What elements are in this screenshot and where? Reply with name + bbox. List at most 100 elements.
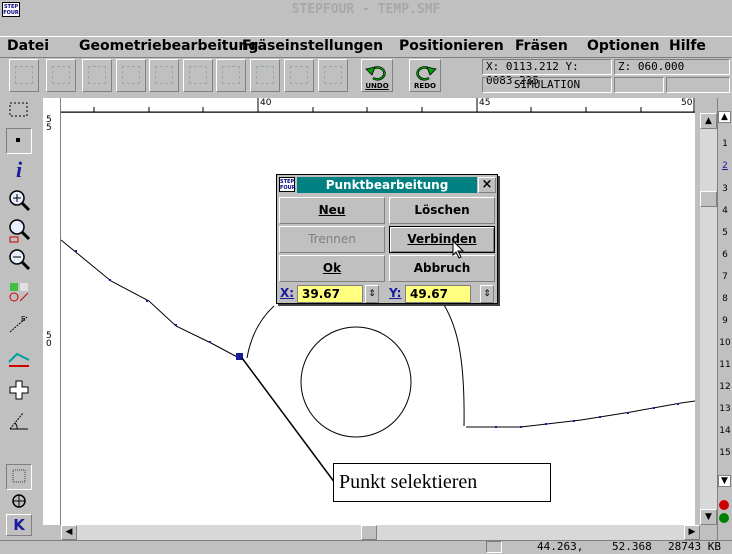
menu-fraeseinstellungen[interactable]: Fräseinstellungen (242, 37, 383, 55)
y-stepper-icon[interactable]: ⇕ (480, 285, 494, 303)
scroll-left-arrow-icon[interactable]: ◀ (61, 525, 77, 540)
y-field-label: Y: (389, 286, 402, 300)
layer-color-icon[interactable] (718, 498, 731, 526)
layer-15[interactable]: 15 (718, 448, 732, 458)
dialog-logo-icon: STEP FOUR (279, 177, 296, 192)
menu-positionieren[interactable]: Positionieren (399, 37, 504, 55)
scroll-down-arrow-icon[interactable]: ▼ (700, 509, 717, 525)
mouse-cursor-icon (452, 240, 465, 259)
tool-array-button[interactable] (318, 59, 348, 92)
new-point-button[interactable]: Neu (279, 197, 385, 224)
point-edit-dialog: STEP FOUR Punktbearbeitung × Neu Löschen … (276, 174, 498, 304)
crosshair-tool[interactable] (6, 378, 32, 404)
annotation-text: Punkt selektieren (339, 471, 478, 493)
cancel-button[interactable]: Abbruch (389, 255, 495, 282)
connect-button[interactable]: Verbinden (389, 226, 495, 253)
vertical-scrollbar[interactable]: ▲ ▼ (700, 113, 717, 525)
horizontal-scroll-thumb[interactable] (361, 525, 377, 540)
annotation-callout: Punkt selektieren (333, 463, 551, 502)
grid-tool[interactable] (6, 464, 32, 490)
mode-text: SIMULATION (513, 78, 581, 91)
layer-5[interactable]: 5 (718, 228, 732, 238)
grid-icon (12, 469, 26, 483)
target-icon (12, 494, 26, 508)
zoom-out-tool[interactable] (6, 248, 32, 274)
layer-8[interactable]: 8 (718, 294, 732, 304)
angle-tool[interactable] (6, 409, 32, 435)
layer-7[interactable]: 7 (718, 272, 732, 282)
tool-copy-button[interactable] (250, 59, 280, 92)
layer-10[interactable]: 10 (718, 338, 732, 348)
mode-readout: SIMULATION (482, 77, 612, 93)
layer-2[interactable]: 2 (718, 161, 732, 171)
tool-paste-button[interactable] (284, 59, 314, 92)
ruler-label-45: 45 (479, 98, 491, 108)
coord-z: Z: 060.000 (618, 60, 685, 73)
scroll-right-arrow-icon[interactable]: ▶ (684, 525, 700, 540)
measure-icon: E (9, 315, 28, 333)
numbering-icon (9, 283, 29, 302)
layer-13[interactable]: 13 (718, 404, 732, 414)
app-logo-icon: STEP FOUR (2, 2, 20, 17)
coord-z-readout: Z: 060.000 (614, 59, 730, 75)
ruler-label-55: 5 5 (46, 115, 52, 133)
x-stepper-icon[interactable]: ⇕ (365, 285, 379, 303)
ok-button[interactable]: Ok (279, 255, 385, 282)
coord-xy-readout: X: 0113.212 Y: 0083.235 (482, 59, 612, 87)
redo-icon (416, 66, 437, 81)
layer-3[interactable]: 3 (718, 184, 732, 194)
dialog-title: Punktbearbeitung (297, 177, 477, 193)
tool-rotate-button[interactable] (183, 59, 213, 92)
layer-9[interactable]: 9 (718, 316, 732, 326)
layer-12[interactable]: 12 (718, 382, 732, 392)
delete-point-button[interactable]: Löschen (389, 197, 495, 224)
zoom-in-tool[interactable] (6, 188, 32, 214)
tool-scale-button[interactable] (149, 59, 179, 92)
window-title-bar: STEPFOUR - TEMP.SMF (0, 0, 732, 20)
cross-icon (9, 380, 29, 400)
window-title: STEPFOUR - TEMP.SMF (291, 2, 441, 17)
horizontal-ruler-ticks (61, 98, 695, 113)
y-coordinate-input[interactable]: 49.67 (405, 285, 471, 303)
tool-move-button[interactable] (46, 59, 76, 92)
scroll-up-arrow-icon[interactable]: ▲ (700, 113, 717, 129)
layer-1[interactable]: 1 (718, 139, 732, 149)
undo-label: UNDO (365, 82, 389, 90)
numbering-tool[interactable] (6, 280, 32, 306)
tool-select-all-button[interactable] (9, 59, 39, 92)
menu-hilfe[interactable]: Hilfe (669, 37, 706, 55)
undo-button[interactable]: UNDO (361, 59, 393, 92)
layer-strip-down-icon[interactable]: ▼ (718, 475, 731, 487)
coord-x: X: 0113.212 (486, 60, 559, 73)
menu-datei[interactable]: Datei (7, 37, 49, 55)
layer-strip-up-icon[interactable]: ▲ (718, 111, 731, 123)
layer-11[interactable]: 11 (718, 360, 732, 370)
vertical-scroll-thumb[interactable] (700, 191, 717, 207)
dialog-close-button[interactable]: × (478, 177, 496, 193)
menu-optionen[interactable]: Optionen (587, 37, 659, 55)
point-select-tool[interactable] (6, 128, 32, 154)
tool-mirror-v-button[interactable] (116, 59, 146, 92)
layer-6[interactable]: 6 (718, 250, 732, 260)
info-tool[interactable]: i (6, 158, 32, 184)
select-frame-tool[interactable] (6, 99, 32, 125)
k-tool[interactable]: K (6, 514, 32, 536)
measure-tool[interactable]: E (6, 312, 32, 338)
x-field-label: X: (280, 286, 295, 300)
zoom-window-tool[interactable] (6, 218, 32, 244)
horizontal-scrollbar[interactable]: ◀ ▶ (61, 525, 700, 540)
tool-mirror-h-button[interactable] (82, 59, 112, 92)
point-icon (16, 138, 20, 142)
layer-14[interactable]: 14 (718, 426, 732, 436)
menu-fraesen[interactable]: Fräsen (515, 37, 568, 55)
menu-geometriebearbeitung[interactable]: Geometriebearbeitung (79, 37, 258, 55)
vertical-ruler: 5 5 5 0 (43, 98, 61, 525)
layer-4[interactable]: 4 (718, 206, 732, 216)
split-button[interactable]: Trennen (279, 226, 385, 253)
edge-tool[interactable] (6, 344, 32, 370)
snap-tool[interactable] (6, 490, 32, 516)
redo-button[interactable]: REDO (409, 59, 441, 92)
tool-rotate2-button[interactable] (216, 59, 246, 92)
x-coordinate-input[interactable]: 39.67 (297, 285, 363, 303)
status-field-empty-2 (666, 77, 730, 93)
